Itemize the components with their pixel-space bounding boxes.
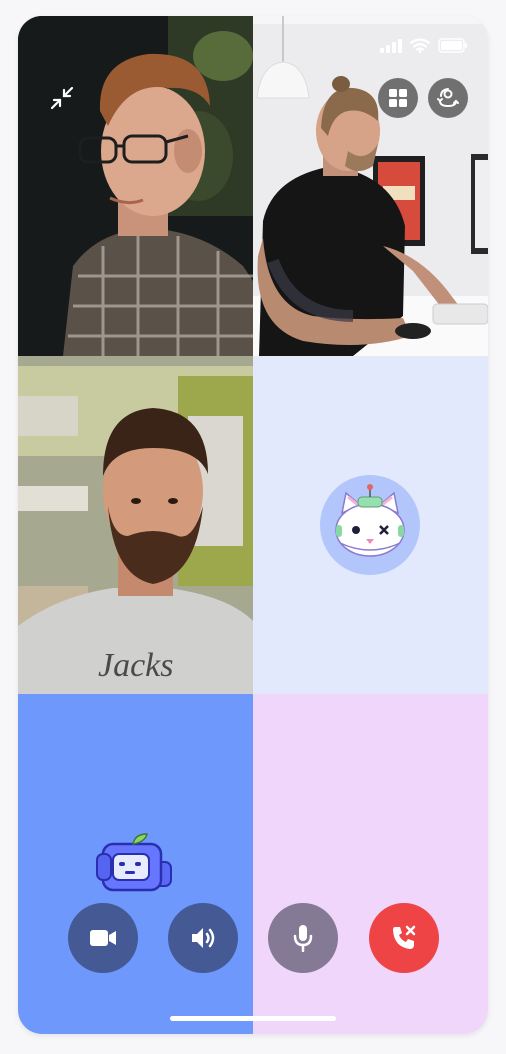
- participant-tile-2[interactable]: [253, 16, 488, 356]
- grid-layout-icon: [389, 89, 407, 107]
- participant-tile-1[interactable]: [18, 16, 253, 356]
- camera-button[interactable]: [68, 903, 138, 973]
- speaker-icon: [192, 928, 215, 948]
- signal-icon: [380, 38, 402, 53]
- participant-tile-5[interactable]: [18, 694, 253, 1034]
- switch-camera-button[interactable]: [428, 78, 468, 118]
- grid-layout-button[interactable]: [378, 78, 418, 118]
- status-bar: [380, 38, 468, 53]
- home-indicator[interactable]: [170, 1016, 336, 1021]
- end-call-button[interactable]: [369, 903, 439, 973]
- microphone-icon: [293, 925, 313, 952]
- speaker-button[interactable]: [168, 903, 238, 973]
- end-call-icon: [393, 925, 416, 949]
- cat-robot-avatar: [335, 484, 405, 557]
- battery-icon: [438, 38, 467, 53]
- participant-video-3: Jacks: [18, 356, 253, 694]
- robot-avatar: [96, 833, 172, 892]
- participant-tile-3[interactable]: Jacks: [18, 356, 253, 694]
- video-call-screen: Jacks: [18, 16, 488, 1034]
- svg-text:Jacks: Jacks: [98, 647, 174, 684]
- participant-video-2: [253, 16, 488, 356]
- video-camera-icon: [90, 930, 116, 946]
- minimize-icon: [50, 86, 74, 110]
- wifi-icon: [410, 38, 430, 53]
- participant-avatar-4: [320, 475, 420, 575]
- participant-video-1: [18, 16, 253, 356]
- minimize-button[interactable]: [42, 78, 82, 118]
- participant-tile-6[interactable]: [253, 694, 488, 1034]
- microphone-button[interactable]: [268, 903, 338, 973]
- switch-camera-icon: [437, 88, 459, 108]
